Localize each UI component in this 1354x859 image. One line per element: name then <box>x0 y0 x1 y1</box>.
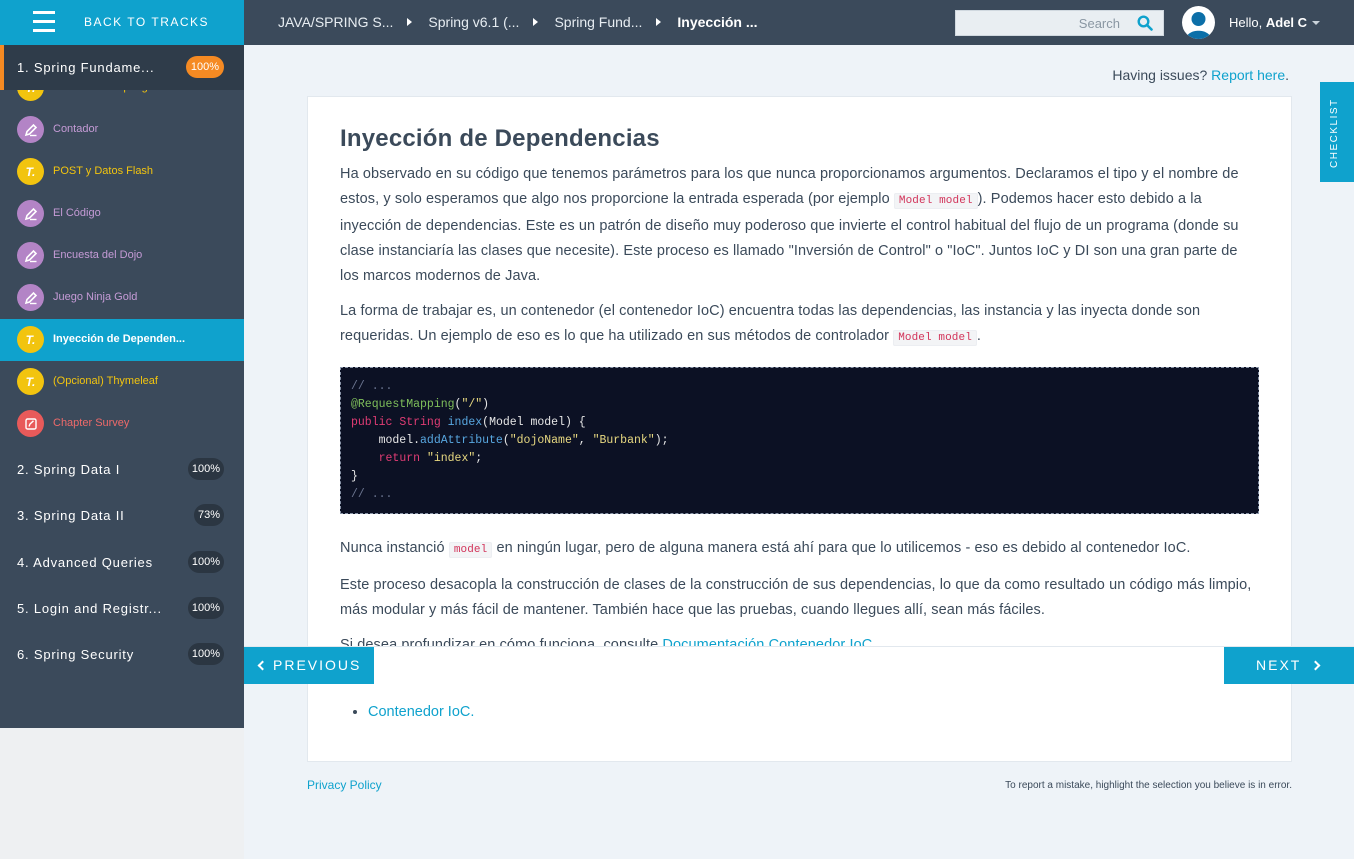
chapter-title: 3. Spring Data II <box>17 508 125 523</box>
report-issues: Having issues? Report here. <box>1112 67 1289 83</box>
chapter-title: 4. Advanced Queries <box>17 555 153 570</box>
sidebar-chapter[interactable]: 4. Advanced Queries 100% <box>0 539 244 585</box>
progress-badge: 100% <box>188 458 224 480</box>
lesson-label: Contador <box>53 123 99 135</box>
text-lesson-icon: T. <box>17 158 44 185</box>
chevron-right-icon <box>533 18 539 26</box>
search-icon[interactable] <box>1137 15 1153 31</box>
previous-button[interactable]: PREVIOUS <box>244 647 374 684</box>
progress-badge: 100% <box>186 56 224 78</box>
lesson-navigation-bar: PREVIOUS NEXT <box>244 646 1354 684</box>
sidebar-chapter[interactable]: 2. Spring Data I 100% <box>0 446 244 492</box>
breadcrumb-current: Inyección ... <box>677 14 758 30</box>
chevron-right-icon <box>1310 660 1321 671</box>
report-here-link[interactable]: Report here <box>1211 67 1285 83</box>
progress-badge: 100% <box>188 643 224 665</box>
page-title: Inyección de Dependencias <box>340 125 660 152</box>
paragraph: La forma de trabajar es, un contenedor (… <box>340 303 1201 346</box>
user-avatar-icon <box>1186 12 1211 39</box>
user-name: Adel C <box>1265 15 1308 30</box>
lesson-label: Encuesta del Dojo <box>53 249 143 261</box>
sidebar-lesson[interactable]: Encuesta del Dojo <box>0 235 244 277</box>
list-item: Contenedor IoC. <box>368 704 474 720</box>
lesson-label: (Opcional) Thymeleaf <box>53 375 158 387</box>
search-input[interactable] <box>956 11 1126 35</box>
breadcrumb: JAVA/SPRING S... Spring v6.1 (... Spring… <box>278 14 758 30</box>
breadcrumb-item[interactable]: Spring v6.1 (... <box>428 14 519 30</box>
lesson-label: Chapter Survey <box>53 417 130 429</box>
inline-code: Model model <box>893 330 977 346</box>
sidebar-lesson[interactable]: Juego Ninja Gold <box>0 277 244 319</box>
back-to-tracks-label: BACK TO TRACKS <box>84 15 210 29</box>
chapter-title: 2. Spring Data I <box>17 462 121 477</box>
code-block[interactable]: // ... @RequestMapping("/") public Strin… <box>340 367 1259 514</box>
privacy-policy-link[interactable]: Privacy Policy <box>307 778 382 792</box>
inline-code: Model model <box>893 193 978 209</box>
sidebar-lesson[interactable]: T. POST y Datos Flash <box>0 151 244 193</box>
user-greeting[interactable]: Hello, Adel C <box>1229 15 1307 30</box>
chapter-title: 5. Login and Registr... <box>17 601 162 616</box>
assignment-pencil-icon <box>17 242 44 269</box>
sidebar: 1. Spring Fundame... 100% T. Sessions en… <box>0 45 244 728</box>
lesson-label: El Código <box>53 207 101 219</box>
breadcrumb-item[interactable]: JAVA/SPRING S... <box>278 14 393 30</box>
chapter-title: 1. Spring Fundame... <box>17 60 155 75</box>
assignment-pencil-icon <box>17 284 44 311</box>
assignment-pencil-icon <box>17 116 44 143</box>
breadcrumb-item[interactable]: Spring Fund... <box>554 14 642 30</box>
progress-badge: 73% <box>194 504 224 526</box>
lesson-label: POST y Datos Flash <box>53 165 154 177</box>
progress-badge: 100% <box>188 597 224 619</box>
text-lesson-icon: T. <box>17 326 44 353</box>
progress-badge: 100% <box>188 551 224 573</box>
sidebar-chapter[interactable]: 3. Spring Data II 73% <box>0 492 244 538</box>
sidebar-lesson[interactable]: Chapter Survey <box>0 403 244 445</box>
lesson-body: Inyección de Dependencias Ha observado e… <box>340 125 1260 668</box>
next-button[interactable]: NEXT <box>1224 647 1354 684</box>
hamburger-menu-icon[interactable] <box>33 11 55 32</box>
sidebar-chapter-current[interactable]: 1. Spring Fundame... 100% <box>0 45 244 90</box>
survey-icon <box>17 410 44 437</box>
sidebar-lesson[interactable]: T. (Opcional) Thymeleaf <box>0 361 244 403</box>
paragraph: Este proceso desacopla la construcción d… <box>340 577 1252 618</box>
sidebar-lesson[interactable]: Contador <box>0 109 244 151</box>
sidebar-footer-area <box>0 728 244 859</box>
inline-code: model <box>448 542 493 558</box>
lesson-label: Inyección de Dependen... <box>53 333 186 345</box>
text-lesson-icon: T. <box>17 368 44 395</box>
checklist-tab[interactable]: CHECKLIST <box>1320 82 1354 182</box>
sidebar-lesson[interactable]: El Código <box>0 193 244 235</box>
ioc-container-link[interactable]: Contenedor IoC. <box>368 704 474 720</box>
paragraph: Nunca instanció model en ningún lugar, p… <box>340 540 1191 558</box>
chevron-right-icon <box>407 18 413 26</box>
avatar[interactable] <box>1182 6 1215 39</box>
back-to-tracks-button[interactable]: BACK TO TRACKS <box>0 0 244 45</box>
assignment-pencil-icon <box>17 200 44 227</box>
top-bar: BACK TO TRACKS JAVA/SPRING S... Spring v… <box>0 0 1354 45</box>
report-hint: To report a mistake, highlight the selec… <box>1005 780 1292 791</box>
useful-links-list: Contenedor IoC. <box>368 704 474 720</box>
sidebar-chapter[interactable]: 6. Spring Security 100% <box>0 631 244 677</box>
caret-down-icon[interactable] <box>1312 21 1320 25</box>
chevron-right-icon <box>656 18 662 26</box>
search-box <box>955 10 1164 36</box>
chapter-title: 6. Spring Security <box>17 647 135 662</box>
paragraph: Ha observado en su código que tenemos pa… <box>340 166 1239 284</box>
sidebar-lesson-active[interactable]: T. Inyección de Dependen... <box>0 319 244 361</box>
chevron-left-icon <box>257 660 268 671</box>
lesson-label: Juego Ninja Gold <box>53 291 138 303</box>
sidebar-chapter[interactable]: 5. Login and Registr... 100% <box>0 585 244 631</box>
